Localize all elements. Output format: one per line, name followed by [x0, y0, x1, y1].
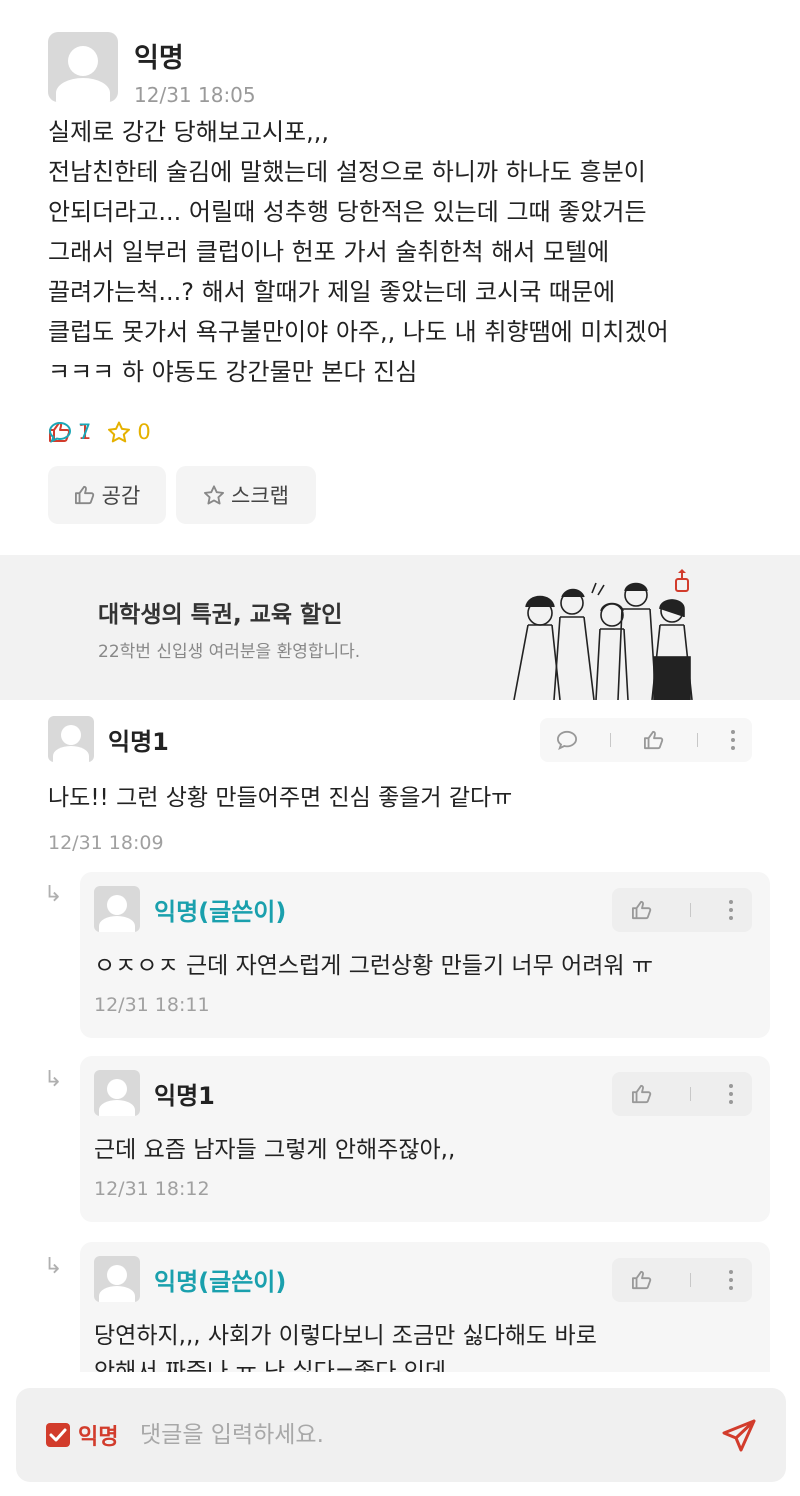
reply-author: 익명1	[154, 1081, 215, 1110]
avatar	[48, 32, 118, 102]
post-body-line: 클럽도 못가서 욕구불만이야 아주,, 나도 내 취향땜에 미치겠어	[48, 318, 669, 346]
reply-tools	[612, 1258, 752, 1302]
post-body-line: 전남친한테 술김에 말했는데 설정으로 하니까 하나도 흥분이	[48, 158, 646, 186]
divider	[689, 1273, 691, 1287]
avatar	[94, 1070, 140, 1116]
comment-count-value: 7	[78, 420, 92, 444]
ad-title: 대학생의 특권, 교육 할인	[98, 602, 343, 628]
reply-tools	[612, 888, 752, 932]
thumbs-up-icon[interactable]	[631, 1084, 653, 1104]
thumbs-up-icon[interactable]	[631, 1270, 653, 1290]
reply-header: 익명(글쓴이)	[94, 886, 286, 932]
reply-text: 당연하지,,, 사회가 이렇다보니 조금만 싫다해도 바로	[94, 1323, 597, 1349]
thumbs-up-icon	[74, 485, 94, 505]
reply-arrow-icon: ↳	[44, 1067, 63, 1092]
post-body-line: 안되더라고... 어릴때 성추행 당한적은 있는데 그때 좋았거든	[48, 198, 647, 226]
scrap-count: 0	[107, 420, 151, 444]
post-body: 실제로 강간 당해보고시포,,, 전남친한테 술김에 말했는데 설정으로 하니까…	[48, 112, 768, 392]
reply-time: 12/31 18:11	[94, 994, 210, 1016]
more-vertical-icon[interactable]	[730, 729, 736, 751]
thumbs-up-icon[interactable]	[631, 900, 653, 920]
post-body-line: 그래서 일부러 클럽이나 헌포 가서 술취한척 해서 모텔에	[48, 238, 610, 266]
reply-arrow-icon: ↳	[44, 1254, 63, 1279]
like-button-label: 공감	[101, 484, 141, 508]
divider	[689, 903, 691, 917]
comment-count: 7	[48, 420, 91, 444]
comment-author: 익명1	[108, 727, 169, 756]
reply-tools	[612, 1072, 752, 1116]
avatar	[94, 1256, 140, 1302]
scrap-count-value: 0	[137, 420, 151, 444]
avatar	[94, 886, 140, 932]
star-icon	[108, 421, 131, 443]
reply-author: 익명(글쓴이)	[154, 1267, 287, 1296]
reply-header: 익명1	[94, 1070, 215, 1116]
comment-tools	[540, 718, 752, 762]
post-time: 12/31 18:05	[134, 83, 256, 107]
students-illustration-icon	[513, 569, 693, 700]
more-vertical-icon[interactable]	[728, 1083, 734, 1105]
reply-author: 익명(글쓴이)	[154, 897, 287, 926]
post-stats: 1 7 0	[48, 420, 167, 444]
avatar	[48, 716, 94, 762]
scrap-button[interactable]: 스크랩	[176, 466, 316, 524]
divider	[610, 733, 611, 747]
comment-bubble-icon	[48, 421, 72, 443]
scrap-button-label: 스크랩	[231, 484, 289, 508]
post-body-line: 끌려가는척...? 해서 할때가 제일 좋았는데 코시국 때문에	[48, 278, 616, 306]
reply-text-line2: 안해서 짜증나 ㅠ 난 싫다=좋다 인데	[94, 1359, 447, 1372]
divider	[697, 733, 698, 747]
reply-header: 익명(글쓴이)	[94, 1256, 286, 1302]
send-icon	[722, 1419, 756, 1452]
reply-icon[interactable]	[556, 730, 578, 750]
post-body-line: ㅋㅋㅋ 하 야동도 강간물만 본다 진심	[48, 358, 418, 386]
reply-arrow-icon: ↳	[44, 882, 63, 907]
reply-text: 근데 요즘 남자들 그렇게 안해주잖아,,	[94, 1137, 456, 1163]
ad-banner[interactable]: 대학생의 특권, 교육 할인 22학번 신입생 여러분을 환영합니다.	[0, 555, 800, 700]
reply-time: 12/31 18:12	[94, 1178, 210, 1200]
post-author: 익명	[134, 43, 184, 74]
more-vertical-icon[interactable]	[728, 899, 734, 921]
star-icon	[204, 485, 225, 505]
post-body-line: 실제로 강간 당해보고시포,,,	[48, 118, 330, 146]
post-meta: 익명 12/31 18:05	[134, 32, 256, 107]
send-button[interactable]	[716, 1413, 762, 1459]
more-vertical-icon[interactable]	[728, 1269, 734, 1291]
comment-time: 12/31 18:09	[48, 832, 164, 854]
anonymous-checkbox[interactable]	[46, 1423, 70, 1447]
thumbs-up-icon[interactable]	[643, 730, 665, 750]
like-button[interactable]: 공감	[48, 466, 166, 524]
comment-input[interactable]	[140, 1410, 700, 1460]
comment-input-bar: 익명	[16, 1388, 786, 1482]
ad-subtitle: 22학번 신입생 여러분을 환영합니다.	[98, 642, 361, 662]
post-header: 익명 12/31 18:05	[48, 32, 256, 107]
comment-text: 나도!! 그런 상황 만들어주면 진심 좋을거 같다ㅠ	[48, 785, 513, 811]
divider	[689, 1087, 691, 1101]
reply-text: ㅇㅈㅇㅈ 근데 자연스럽게 그런상황 만들기 너무 어려워 ㅠ	[94, 953, 654, 979]
post-actions: 공감 스크랩	[48, 466, 326, 524]
check-icon	[49, 1428, 67, 1442]
anonymous-label[interactable]: 익명	[78, 1419, 118, 1451]
